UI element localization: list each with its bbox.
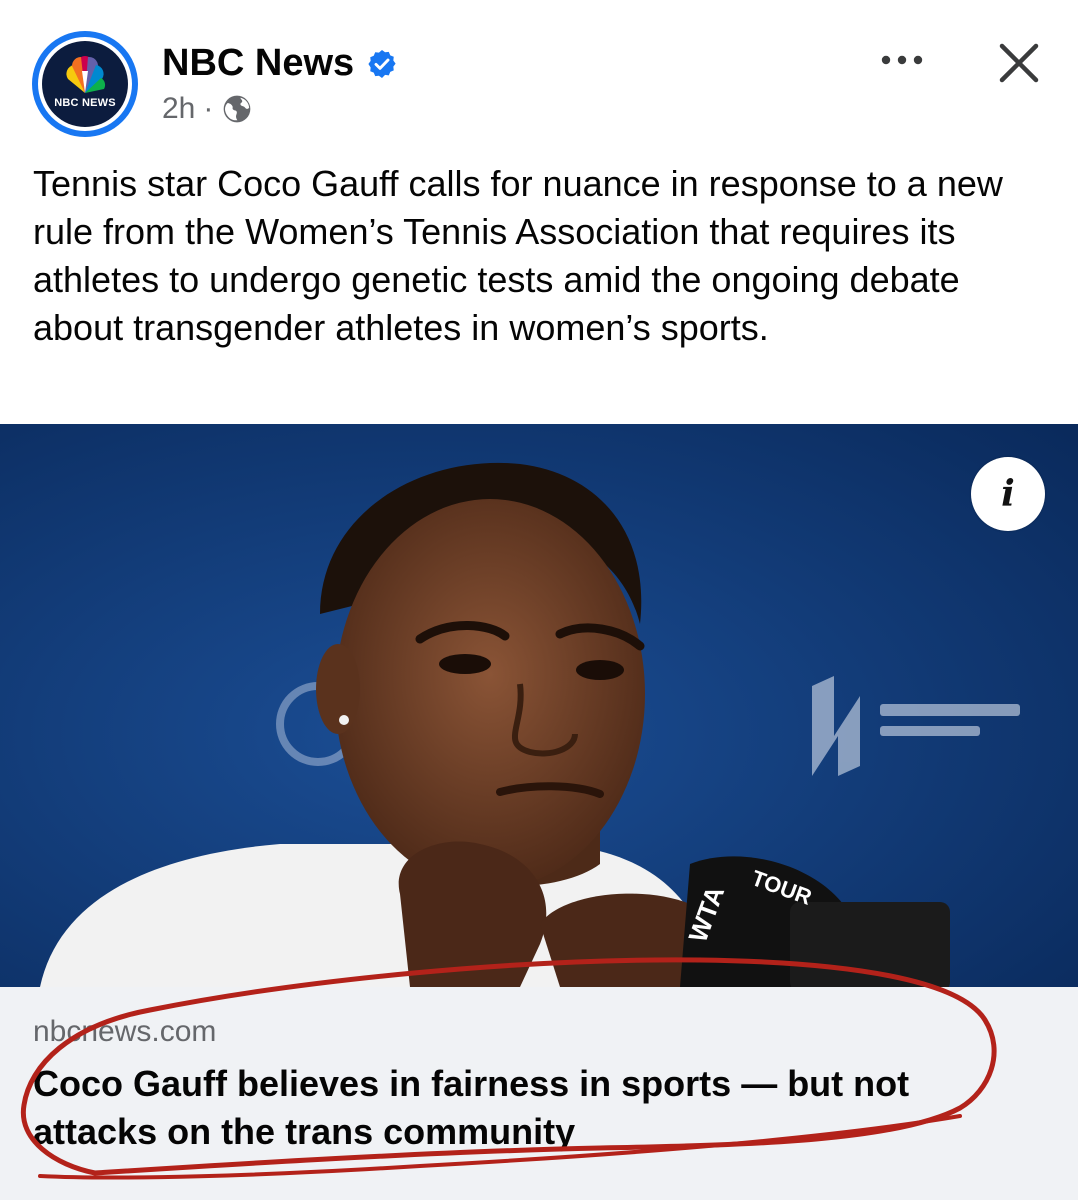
- link-headline[interactable]: Coco Gauff believes in fairness in sport…: [33, 1060, 1043, 1156]
- more-horizontal-icon: [881, 55, 923, 65]
- meta-separator: ·: [203, 92, 214, 125]
- post-header: NBC NEWS NBC News 2h ·: [0, 0, 1078, 150]
- page-avatar[interactable]: NBC NEWS: [32, 31, 138, 137]
- globe-icon: [224, 95, 251, 123]
- more-options-button[interactable]: [872, 38, 932, 82]
- avatar-logo-text: NBC NEWS: [54, 97, 116, 109]
- verified-badge-icon: [368, 49, 396, 78]
- facebook-post: NBC NEWS NBC News 2h · Tennis star Coco …: [0, 0, 1078, 1200]
- info-icon: i: [1001, 473, 1015, 515]
- page-name-row: NBC News: [162, 42, 398, 85]
- close-icon: [999, 43, 1039, 83]
- post-meta: 2h ·: [162, 92, 253, 126]
- nbc-logo: NBC NEWS: [42, 41, 128, 127]
- photo-illustration: WTA TOUR: [0, 424, 1078, 987]
- page-name[interactable]: NBC News: [162, 42, 354, 85]
- post-caption: Tennis star Coco Gauff calls for nuance …: [33, 163, 1003, 348]
- peacock-icon: [66, 56, 106, 93]
- avatar-border: NBC NEWS: [38, 37, 132, 131]
- close-button[interactable]: [992, 36, 1046, 90]
- post-photo[interactable]: WTA TOUR i: [0, 424, 1078, 987]
- link-domain[interactable]: nbcnews.com: [33, 1015, 216, 1049]
- post-time[interactable]: 2h: [162, 92, 195, 126]
- info-button[interactable]: i: [971, 457, 1045, 531]
